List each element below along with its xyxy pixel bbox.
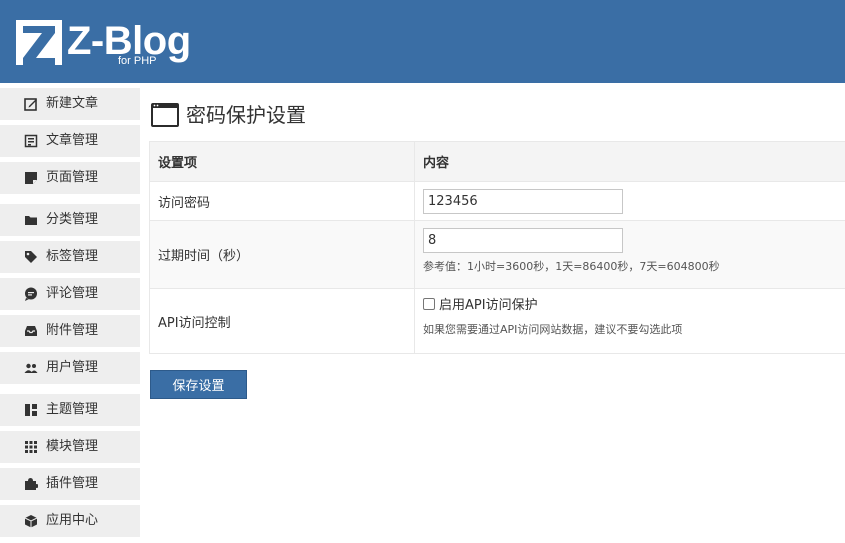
sidebar-item-categories[interactable]: 分类管理 <box>0 204 140 236</box>
puzzle-icon <box>25 478 38 490</box>
password-input[interactable] <box>423 188 623 214</box>
sidebar-item-themes[interactable]: 主题管理 <box>0 394 140 426</box>
article-list-icon <box>24 134 38 148</box>
column-header-setting: 设置项 <box>150 142 415 181</box>
expire-hint: 参考值：1小时=3600秒，1天=86400秒，7天=604800秒 <box>423 260 720 273</box>
table-row-expire: 过期时间（秒） 参考值：1小时=3600秒，1天=86400秒，7天=60480… <box>150 221 845 289</box>
sidebar-item-label: 插件管理 <box>46 476 99 491</box>
page-icon <box>25 172 37 184</box>
api-hint: 如果您需要通过API访问网站数据，建议不要勾选此项 <box>423 323 683 336</box>
table-row-api: API访问控制 启用API访问保护 如果您需要通过API访问网站数据，建议不要勾… <box>150 289 845 353</box>
settings-table: 设置项 内容 访问密码 过期时间（秒） 参考值：1小时=3600秒，1天=864… <box>149 141 845 354</box>
sidebar-item-users[interactable]: 用户管理 <box>0 352 140 384</box>
folder-icon <box>25 216 37 225</box>
setting-label-expire: 过期时间（秒） <box>150 221 415 288</box>
sidebar-item-label: 应用中心 <box>46 513 99 528</box>
sidebar-item-tags[interactable]: 标签管理 <box>0 241 140 273</box>
edit-icon <box>24 98 37 111</box>
window-icon <box>151 103 179 127</box>
sidebar-item-label: 新建文章 <box>46 96 99 111</box>
users-icon <box>24 363 38 373</box>
grid-icon <box>25 441 37 453</box>
page-title: 密码保护设置 <box>186 103 306 127</box>
expire-seconds-input[interactable] <box>423 228 623 253</box>
sidebar-item-app-center[interactable]: 应用中心 <box>0 505 140 537</box>
comment-icon <box>25 287 37 301</box>
inbox-icon <box>25 326 37 336</box>
api-protection-option: 启用API访问保护 <box>423 297 845 314</box>
sidebar-item-new-article[interactable]: 新建文章 <box>0 88 140 120</box>
sidebar-item-label: 文章管理 <box>46 133 99 148</box>
sidebar-item-modules[interactable]: 模块管理 <box>0 431 140 463</box>
layout-icon <box>25 404 37 416</box>
sidebar-item-label: 主题管理 <box>46 402 99 417</box>
sidebar-item-label: 用户管理 <box>46 360 99 375</box>
sidebar-item-pages[interactable]: 页面管理 <box>0 162 140 194</box>
setting-label-password: 访问密码 <box>150 182 415 220</box>
sidebar-item-label: 模块管理 <box>46 439 99 454</box>
logo-subtitle: for PHP <box>118 55 157 67</box>
sidebar-item-label: 附件管理 <box>46 323 99 338</box>
app-header: Z-Blog for PHP <box>0 0 845 83</box>
sidebar-item-attachments[interactable]: 附件管理 <box>0 315 140 347</box>
tag-icon <box>25 251 37 263</box>
api-protection-label[interactable]: 启用API访问保护 <box>439 298 538 313</box>
save-settings-button[interactable]: 保存设置 <box>150 370 247 399</box>
sidebar-item-label: 分类管理 <box>46 212 99 227</box>
sidebar-item-label: 页面管理 <box>46 170 99 185</box>
column-header-content: 内容 <box>423 156 450 171</box>
logo-z-icon <box>23 26 55 65</box>
setting-content-expire: 参考值：1小时=3600秒，1天=86400秒，7天=604800秒 <box>415 221 845 288</box>
setting-content-api: 启用API访问保护 如果您需要通过API访问网站数据，建议不要勾选此项 <box>415 289 845 353</box>
setting-label-api: API访问控制 <box>150 289 415 353</box>
cube-icon <box>24 515 38 528</box>
sidebar-item-articles[interactable]: 文章管理 <box>0 125 140 157</box>
sidebar-item-label: 评论管理 <box>46 286 99 301</box>
table-header-row: 设置项 内容 <box>150 142 845 182</box>
api-protection-checkbox[interactable] <box>423 298 435 310</box>
sidebar-item-comments[interactable]: 评论管理 <box>0 278 140 310</box>
sidebar-item-plugins[interactable]: 插件管理 <box>0 468 140 500</box>
logo-mark <box>16 20 62 65</box>
page-heading: 密码保护设置 <box>150 101 306 129</box>
setting-content-password <box>415 182 845 220</box>
sidebar-item-label: 标签管理 <box>46 249 99 264</box>
table-row-password: 访问密码 <box>150 182 845 221</box>
